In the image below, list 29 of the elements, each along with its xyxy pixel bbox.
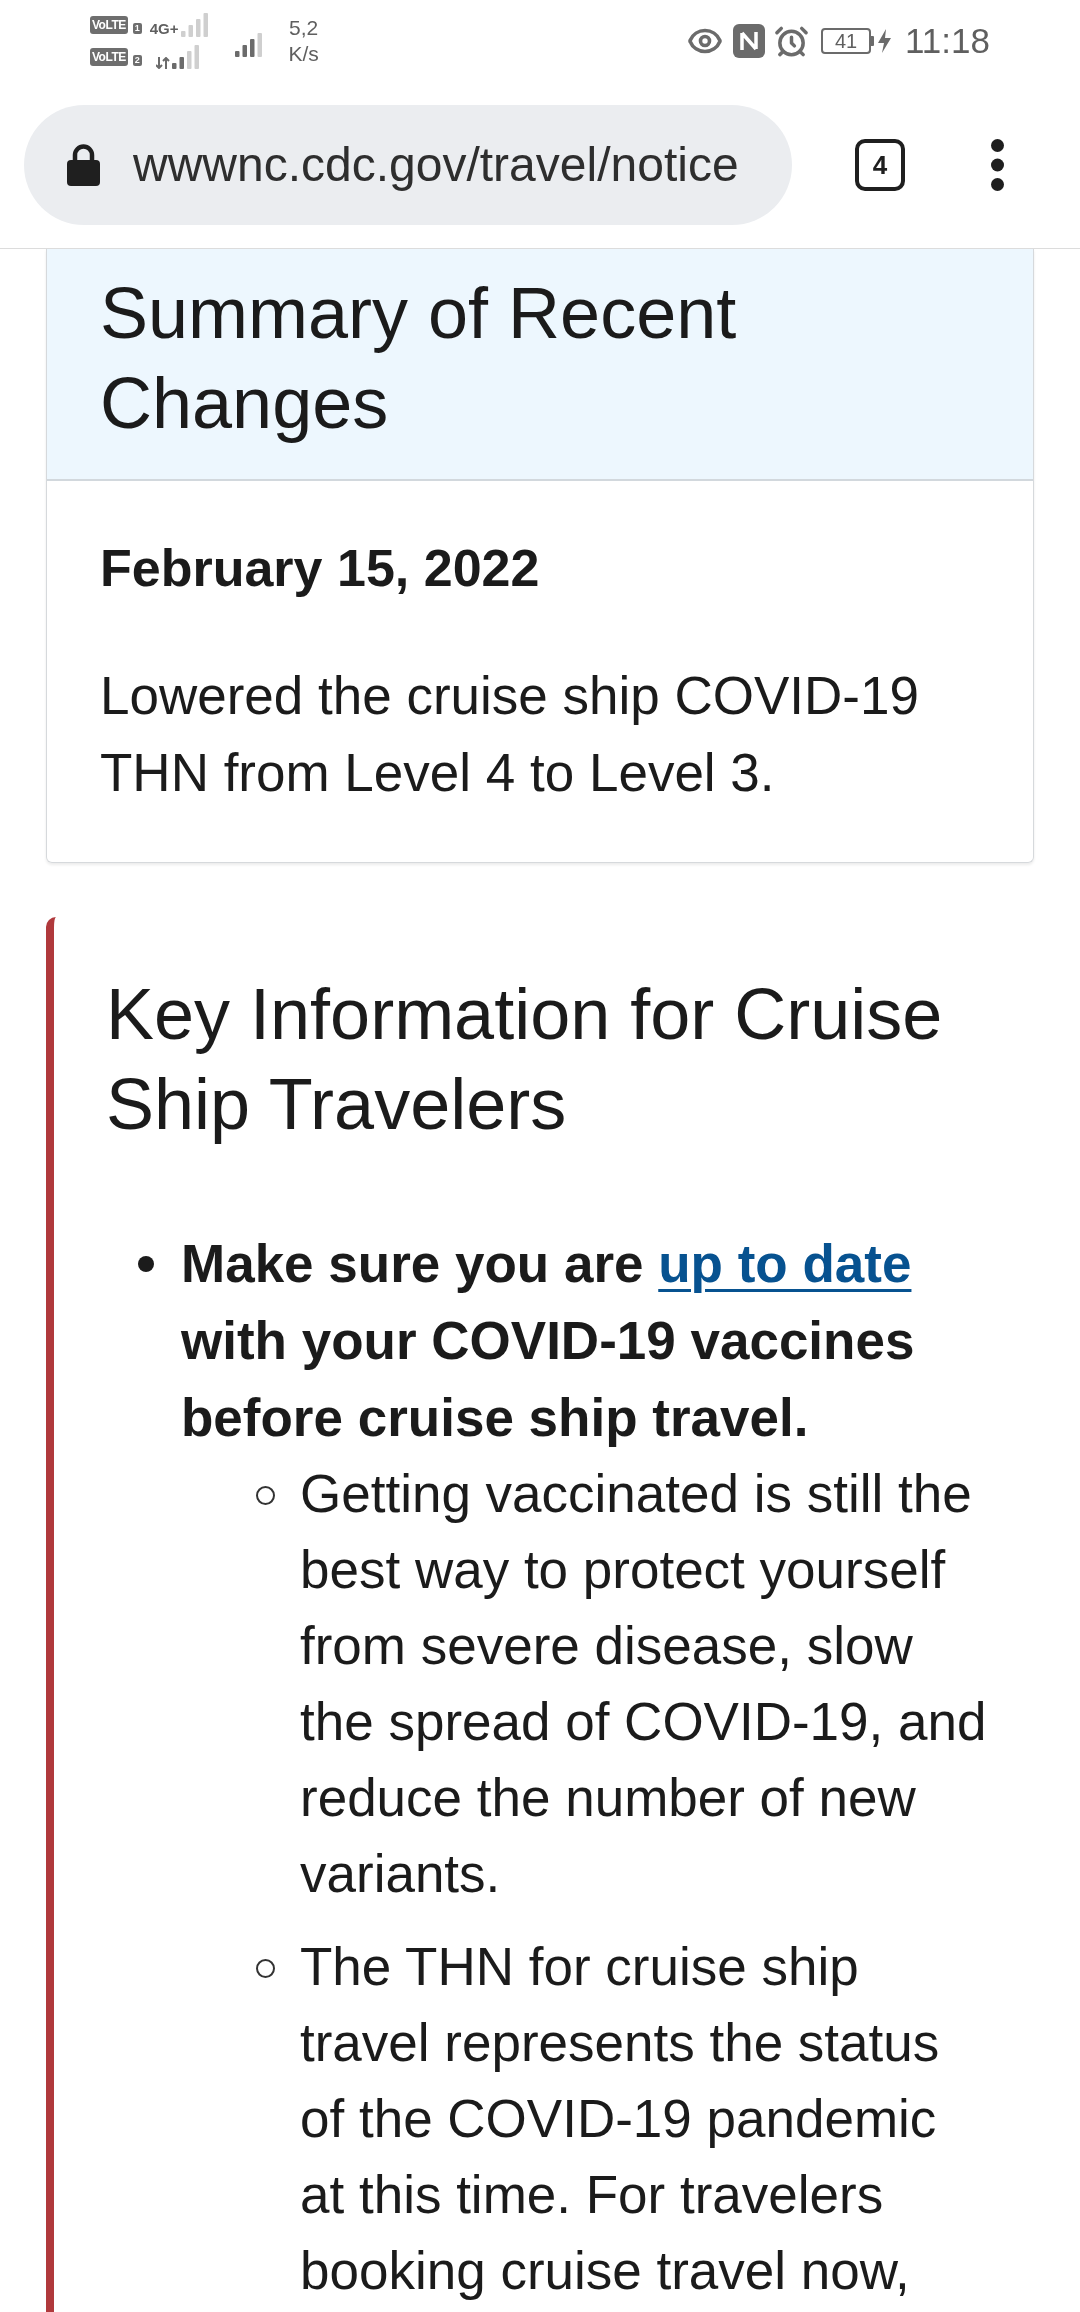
lock-icon <box>67 144 100 186</box>
summary-title: Summary of Recent Changes <box>100 272 738 445</box>
more-icon <box>990 139 1004 191</box>
list-item-text: The THN for cruise ship travel represents the status of the COVID-19 pandemic at this time. For travelers booking cruise travel now, <box>300 1936 941 2302</box>
signal-icon <box>171 45 200 69</box>
key-info-title: Key Information for Cruise Ship Travelers <box>106 973 944 1146</box>
sim-slot-number: 1 <box>132 23 142 34</box>
network-speed: 5,2 <box>289 15 319 41</box>
sim-slot-number: 2 <box>132 55 142 66</box>
address-bar[interactable]: wwwnc.cdc.gov/travel/notice <box>24 105 792 225</box>
volte-badge: VoLTE <box>90 16 128 34</box>
tab-switcher-button[interactable]: 4 <box>855 139 905 191</box>
circle-bullet-icon <box>256 1959 275 1978</box>
bullet-text: Make sure you are up to date with your COVID-19 vaccines before cruise ship travel. <box>181 1233 916 1449</box>
clock-time: 11:18 <box>905 21 990 61</box>
bullet-icon <box>138 1256 154 1272</box>
inline-link[interactable]: up to date <box>658 1234 912 1293</box>
signal-icon <box>180 13 209 37</box>
circle-bullet-icon <box>256 1486 275 1505</box>
list-item-text: Getting vaccinated is still the best way to protect yourself from severe disease, slow the spread of COVID-19, and reduce the number of new variants. <box>300 1463 988 1905</box>
volte-badge: VoLTE <box>90 48 128 66</box>
battery-indicator: 41 <box>821 28 874 54</box>
speed-unit: K/s <box>288 41 319 67</box>
change-description: Lowered the cruise ship COVID-19 THN from Level 4 to Level 3. <box>100 665 920 804</box>
signal-icon <box>234 33 263 57</box>
nfc-icon <box>733 24 765 58</box>
change-date: February 15, 2022 <box>100 538 541 599</box>
data-activity-icon <box>155 57 170 69</box>
network-type: 4G+ <box>149 21 179 37</box>
